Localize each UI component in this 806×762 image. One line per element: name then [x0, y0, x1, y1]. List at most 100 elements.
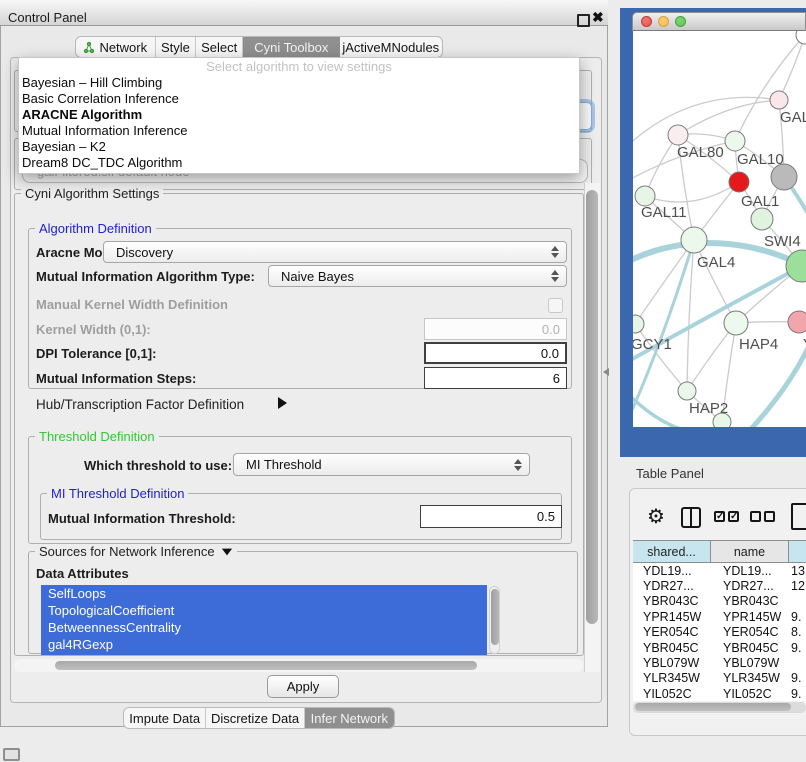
- data-attribute-item[interactable]: TopologicalCoefficient: [41, 602, 487, 619]
- network-node[interactable]: [729, 172, 749, 192]
- kernel-width-field[interactable]: 0.0: [424, 318, 567, 340]
- table-row[interactable]: YDL19...YDL19...13: [633, 563, 806, 578]
- network-edge[interactable]: [687, 323, 736, 391]
- network-node[interactable]: [788, 311, 806, 333]
- apply-button[interactable]: Apply: [267, 675, 339, 698]
- network-node[interactable]: [668, 125, 688, 145]
- settings-vertical-scrollbar-thumb[interactable]: [586, 190, 598, 624]
- manual-kernel-checkbox[interactable]: [548, 298, 563, 313]
- tab-select-label: Select: [201, 40, 237, 55]
- kernel-width-value: 0.0: [542, 322, 560, 337]
- network-edge[interactable]: [633, 97, 779, 146]
- collapse-arrow-icon[interactable]: [221, 548, 231, 555]
- tab-style[interactable]: Style: [156, 37, 197, 57]
- mi-steps-field[interactable]: 6: [424, 367, 567, 389]
- algorithm-dropdown-popup: Select algorithm to view settings Bayesi…: [18, 57, 580, 174]
- split-columns-icon[interactable]: [681, 507, 701, 528]
- mi-type-combobox[interactable]: Naive Bayes: [268, 265, 567, 287]
- algorithm-option[interactable]: Dream8 DC_TDC Algorithm: [19, 155, 579, 171]
- network-edge[interactable]: [678, 100, 779, 135]
- close-traffic-light[interactable]: [641, 16, 652, 27]
- settings-horizontal-scrollbar-thumb[interactable]: [55, 661, 477, 670]
- control-panel-tabbar: NetworkStyle Select Cyni ToolboxjActiveMNo…: [75, 36, 443, 58]
- control-panel-titlebar[interactable]: [0, 0, 608, 26]
- tab-cyni-toolbox[interactable]: Cyni Toolbox: [243, 37, 339, 57]
- network-node[interactable]: [678, 382, 696, 400]
- deselect-all-checkboxes-icon[interactable]: [750, 511, 775, 522]
- minimized-panel-icon[interactable]: [3, 748, 20, 761]
- network-graph[interactable]: GALGAL80GAL10GAL1GAL11GAL4SWI4GCY1HAP4YH…: [633, 31, 806, 427]
- table-row[interactable]: YBR045CYBR045C9.: [633, 640, 806, 655]
- cyni-algorithm-settings-title: Cyni Algorithm Settings: [21, 186, 163, 201]
- network-node[interactable]: [796, 31, 806, 44]
- network-node[interactable]: [770, 91, 788, 109]
- table-column-header[interactable]: shared...: [633, 540, 711, 563]
- hub-section-label[interactable]: Hub/Transcription Factor Definition: [36, 397, 244, 412]
- tab-network[interactable]: Network: [76, 37, 156, 57]
- table-column-header[interactable]: name: [711, 540, 789, 563]
- tab-jactivemnodules[interactable]: jActiveMNodules: [340, 37, 442, 57]
- network-node-label: GAL11: [641, 204, 687, 221]
- algorithm-option[interactable]: Bayesian – K2: [19, 139, 579, 155]
- table-row[interactable]: YDR27...YDR27...12: [633, 578, 806, 593]
- network-node[interactable]: [633, 315, 644, 333]
- table-body: YDL19...YDL19...13YDR27...YDR27...12YBR0…: [633, 563, 806, 701]
- network-canvas[interactable]: GALGAL80GAL10GAL1GAL11GAL4SWI4GCY1HAP4YH…: [633, 31, 806, 427]
- close-icon[interactable]: ✖: [592, 9, 604, 26]
- tab-infer-network[interactable]: Infer Network: [305, 708, 394, 728]
- table-row[interactable]: YLR345WYLR345W9.: [633, 671, 806, 686]
- which-threshold-combobox[interactable]: MI Threshold: [233, 453, 530, 476]
- network-window-titlebar[interactable]: [632, 12, 806, 31]
- table-row[interactable]: YPR145WYPR145W9.: [633, 609, 806, 624]
- data-attributes-list[interactable]: SelfLoopsTopologicalCoefficientBetweenne…: [41, 585, 487, 655]
- table-row[interactable]: YBL079WYBL079W: [633, 655, 806, 670]
- table-horizontal-scrollbar-thumb[interactable]: [635, 703, 791, 711]
- algorithm-option[interactable]: ARACNE Algorithm: [19, 107, 579, 123]
- zoom-traffic-light[interactable]: [675, 16, 686, 27]
- panel-splitter-handle[interactable]: [603, 368, 609, 376]
- expand-arrow-icon[interactable]: [278, 397, 287, 409]
- network-edge[interactable]: [694, 240, 736, 323]
- network-node[interactable]: [635, 186, 655, 206]
- algorithm-definition-title: Algorithm Definition: [35, 221, 156, 236]
- table-row[interactable]: YBR043CYBR043C: [633, 594, 806, 609]
- float-window-icon[interactable]: [577, 14, 590, 27]
- minimize-traffic-light[interactable]: [658, 16, 669, 27]
- table-cell: YER054C: [633, 625, 711, 639]
- algorithm-option[interactable]: Basic Correlation Inference: [19, 91, 579, 107]
- data-attribute-item[interactable]: BetweennessCentrality: [41, 619, 487, 636]
- stepper-icon: [551, 270, 559, 282]
- threshold-definition-title: Threshold Definition: [35, 429, 159, 444]
- tab-infer-network-label: Infer Network: [311, 711, 388, 726]
- mi-threshold-field[interactable]: 0.5: [420, 505, 562, 528]
- network-node[interactable]: [724, 311, 748, 335]
- document-icon[interactable]: [791, 503, 806, 530]
- dpi-tolerance-field[interactable]: 0.0: [424, 342, 567, 364]
- table-column-header[interactable]: A: [789, 540, 806, 563]
- data-attribute-item[interactable]: gal4RGexp: [41, 636, 487, 653]
- select-all-checkboxes-icon[interactable]: ✓✓: [714, 511, 739, 522]
- tab-discretize-data[interactable]: Discretize Data: [206, 708, 304, 728]
- aracne-mode-combobox[interactable]: Discovery: [103, 241, 567, 263]
- network-edge[interactable]: [779, 35, 805, 100]
- algorithm-option[interactable]: Mutual Information Inference: [19, 123, 579, 139]
- tab-select[interactable]: Select: [196, 37, 243, 57]
- tab-impute-data[interactable]: Impute Data: [124, 708, 206, 728]
- table-cell: YIL052C: [711, 687, 789, 701]
- attribute-list-scrollbar[interactable]: [489, 586, 500, 654]
- network-node[interactable]: [725, 131, 745, 151]
- table-cell: 9.: [789, 687, 806, 701]
- algorithm-option[interactable]: Bayesian – Hill Climbing: [19, 75, 579, 91]
- network-node[interactable]: [751, 208, 773, 230]
- scrollbar-thumb[interactable]: [491, 589, 499, 645]
- network-node-label: GAL10: [737, 151, 784, 168]
- network-node[interactable]: [681, 227, 707, 253]
- table-cell: YPR145W: [633, 610, 711, 624]
- data-attribute-item[interactable]: SelfLoops: [41, 585, 487, 602]
- network-edge-highlighted[interactable]: [633, 393, 687, 427]
- network-node-label: GAL4: [697, 254, 735, 271]
- table-row[interactable]: YIL052CYIL052C9.: [633, 686, 806, 701]
- table-row[interactable]: YER054CYER054C8.: [633, 625, 806, 640]
- mi-steps-label: Mutual Information Steps:: [36, 371, 196, 386]
- settings-gear-icon[interactable]: ⚙: [647, 504, 665, 529]
